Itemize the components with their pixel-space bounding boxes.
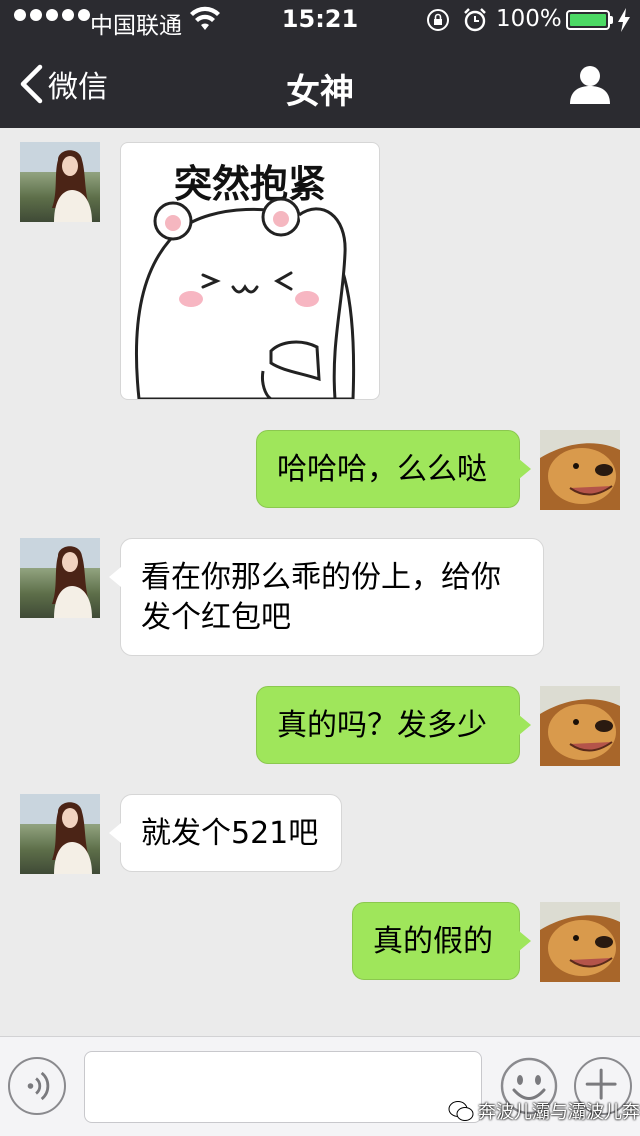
charging-icon — [618, 8, 630, 32]
battery-tip — [610, 16, 613, 24]
my-avatar[interactable] — [540, 430, 620, 510]
message-text: 看在你那么乖的份上，给你发个红包吧 — [141, 560, 501, 635]
outgoing-message[interactable]: 哈哈哈，么么哒 — [256, 430, 531, 508]
message-text: 真的吗？发多少 — [277, 708, 487, 743]
battery-icon — [566, 10, 610, 30]
outgoing-message[interactable]: 真的假的 — [352, 902, 531, 980]
wechat-logo-icon — [448, 1101, 474, 1121]
voice-button[interactable] — [8, 1057, 66, 1115]
incoming-message[interactable]: 就发个521吧 — [109, 794, 342, 872]
watermark-text: 奔波儿灞与灞波儿奔 — [478, 1102, 640, 1123]
status-bar: 中国联通 15:21 100% — [0, 0, 640, 40]
message-text: 真的假的 — [373, 924, 493, 959]
incoming-message[interactable]: 看在你那么乖的份上，给你发个红包吧 — [109, 538, 544, 656]
message-text: 就发个521吧 — [141, 816, 319, 851]
alarm-icon — [464, 8, 486, 32]
chat-title: 女神 — [286, 72, 354, 112]
my-avatar[interactable] — [540, 686, 620, 766]
message-input[interactable] — [84, 1051, 482, 1123]
voice-icon — [27, 1071, 50, 1101]
contact-avatar[interactable] — [20, 538, 100, 618]
message-text: 哈哈哈，么么哒 — [277, 452, 487, 487]
contact-avatar[interactable] — [20, 794, 100, 874]
bear-sticker-image — [134, 197, 356, 399]
my-avatar[interactable] — [540, 902, 620, 982]
battery-percent: 100% — [496, 6, 562, 32]
person-icon[interactable] — [568, 64, 612, 104]
rotation-lock-icon — [427, 9, 449, 31]
top-bar: 中国联通 15:21 100% 微信 女神 — [0, 0, 640, 128]
watermark: 奔波儿灞与灞波儿奔 — [448, 1096, 640, 1126]
outgoing-message[interactable]: 真的吗？发多少 — [256, 686, 531, 764]
sticker-message[interactable]: 突然抱紧 — [120, 142, 380, 400]
contact-avatar[interactable] — [20, 142, 100, 222]
nav-bar: 微信 女神 — [0, 40, 640, 128]
message-list[interactable]: 突然抱紧 哈哈哈，么么哒 看在你那么乖的份上，给你发个红包吧 真的吗？发多少 就… — [0, 128, 640, 1036]
